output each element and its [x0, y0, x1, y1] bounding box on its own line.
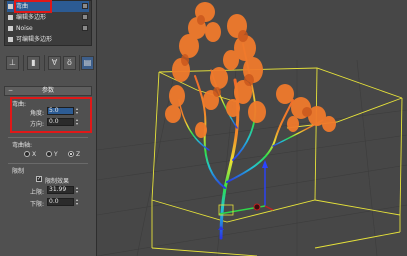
bend-axis-group-label: 弯曲轴: [12, 142, 33, 149]
stack-item-edit-poly[interactable]: 编辑多边形 [7, 12, 89, 23]
pin-stack-button[interactable]: ⊥ [6, 56, 19, 70]
perspective-viewport[interactable] [97, 0, 407, 256]
stack-item-label: Noise [16, 25, 33, 32]
command-panel: 弯曲 编辑多边形 Noise 可编辑多边形 ⊥ ▮ ∀ ö ▤ − 参数 弯曲:… [0, 0, 97, 256]
lightbulb-icon[interactable] [8, 26, 13, 31]
expand-icon[interactable] [8, 37, 13, 42]
toolbar-separator [79, 55, 80, 71]
limit-effect-checkbox[interactable]: ✓ [36, 176, 42, 182]
lower-limit-label: 下限: [30, 201, 45, 208]
toolbar-separator [44, 55, 45, 71]
tree-foliage [165, 2, 336, 138]
pin-icon: ⊥ [9, 58, 16, 67]
upper-limit-label: 上限: [30, 189, 45, 196]
lower-limit-spinner[interactable]: ▴ ▾ [76, 198, 81, 206]
show-end-result-icon: ▮ [31, 58, 36, 67]
stack-item-label: 可编辑多边形 [16, 36, 53, 43]
lower-limit-input[interactable]: 0.0 [47, 198, 74, 206]
axis-y-label: Y [54, 151, 58, 158]
show-end-result-button[interactable]: ▮ [27, 56, 40, 70]
stack-item-label: 编辑多边形 [16, 14, 47, 21]
toolbar-separator [23, 55, 24, 71]
remove-modifier-button[interactable]: ö [63, 56, 76, 70]
modifier-toggle-icon[interactable] [82, 3, 88, 9]
lightbulb-icon[interactable] [8, 15, 13, 20]
make-unique-icon: ∀ [51, 58, 58, 67]
make-unique-button[interactable]: ∀ [48, 56, 61, 70]
viewport-scene [97, 2, 407, 256]
configure-sets-button[interactable]: ▤ [81, 56, 94, 70]
modifier-toggle-icon[interactable] [82, 14, 88, 20]
rollout-header-parameters[interactable]: − 参数 [4, 86, 92, 96]
upper-limit-input[interactable]: 31.99 [47, 186, 74, 194]
transform-gizmo[interactable] [218, 160, 274, 230]
axis-z-radio[interactable] [68, 151, 74, 157]
modifier-toggle-icon[interactable] [82, 25, 88, 31]
app-root: 弯曲 编辑多边形 Noise 可编辑多边形 ⊥ ▮ ∀ ö ▤ − 参数 弯曲:… [0, 0, 407, 256]
stack-item-noise[interactable]: Noise [7, 23, 89, 34]
annotation-highlight-box [14, 0, 52, 13]
axis-y-radio[interactable] [46, 151, 52, 157]
lightbulb-icon[interactable] [8, 4, 13, 9]
annotation-highlight-box [10, 97, 92, 133]
modifier-stack-toolbar: ⊥ ▮ ∀ ö ▤ [2, 53, 94, 73]
limit-effect-label: 限制效果 [45, 178, 70, 185]
group-divider [8, 163, 88, 164]
stack-item-editable-poly[interactable]: 可编辑多边形 [7, 34, 89, 45]
configure-sets-icon: ▤ [83, 58, 92, 67]
collapse-icon: − [8, 87, 14, 94]
upper-limit-spinner[interactable]: ▴ ▾ [76, 186, 81, 194]
rollout-title: 参数 [41, 87, 54, 94]
axis-x-label: X [32, 151, 37, 158]
limits-group-label: 限制 [12, 168, 25, 175]
axis-z-label: Z [76, 151, 81, 158]
group-divider [8, 137, 88, 138]
axis-x-radio[interactable] [24, 151, 30, 157]
remove-modifier-icon: ö [67, 58, 72, 67]
